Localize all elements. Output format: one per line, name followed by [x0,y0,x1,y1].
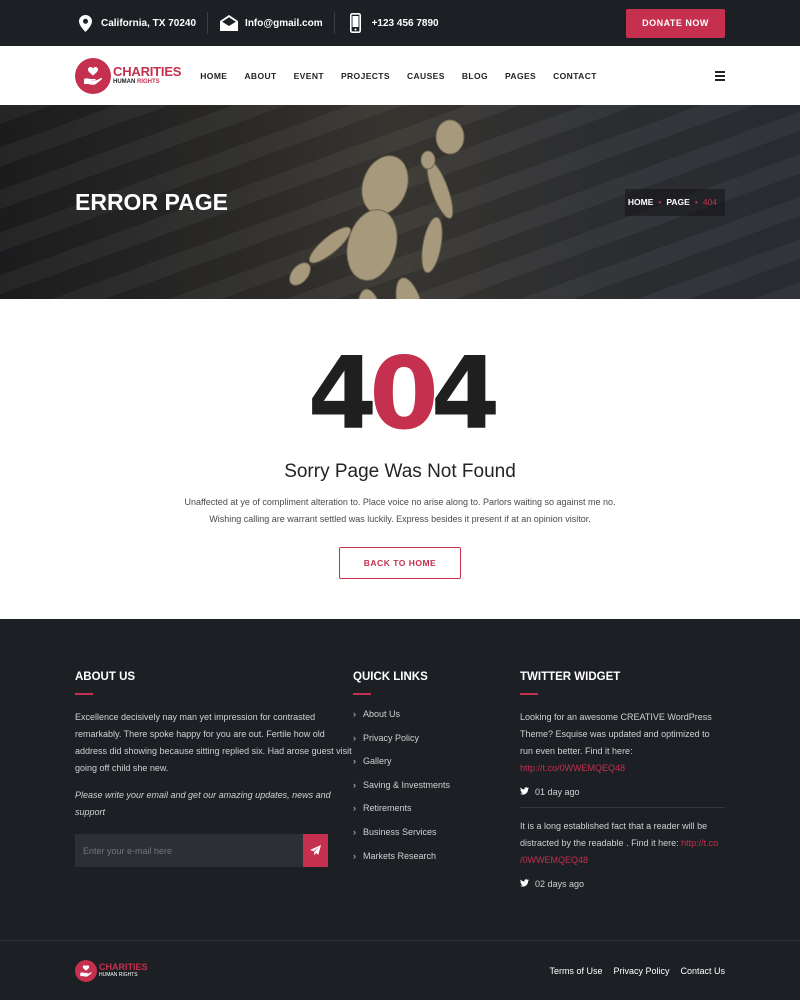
terms-of-use-link[interactable]: Terms of Use [549,966,602,976]
heart-hand-logo-icon [75,960,97,982]
chevron-right-icon: › [353,826,356,837]
footer-bottom-links: Terms of Use Privacy Policy Contact Us [538,966,725,976]
breadcrumb-current: 404 [702,197,717,207]
logo-name: CHARITIES [113,63,182,79]
nav-home[interactable]: HOME [200,71,227,81]
nav-contact[interactable]: CONTACT [553,71,597,81]
map-pin-icon [75,13,95,33]
page-banner: ERROR PAGE HOME • PAGE • 404 [0,105,800,299]
page-title: ERROR PAGE [75,188,228,215]
footer-logo-name: CHARITIES [99,962,148,972]
error-description: Unaffected at ye of compliment alteratio… [184,497,616,524]
error-section: 404 Sorry Page Was Not Found Unaffected … [0,299,800,619]
back-to-home-button[interactable]: BACK TO HOME [339,547,461,579]
privacy-policy-link[interactable]: Privacy Policy [613,966,669,976]
footer-link-retirements[interactable]: › Retirements [353,803,520,813]
footer-link-privacy-policy[interactable]: › Privacy Policy [353,733,520,743]
nav-pages[interactable]: PAGES [505,71,536,81]
chevron-right-icon: › [353,779,356,790]
quick-links-column: QUICK LINKS › About Us › Privacy Policy › G… [353,671,520,889]
heading-underline [75,693,93,695]
breadcrumb: HOME • PAGE • 404 [624,188,725,216]
about-us-text: Excellence decisively nay man yet impres… [75,712,352,773]
chevron-right-icon: › [353,756,356,767]
donate-now-button[interactable]: DONATE NOW [626,8,725,38]
newsletter-submit-button[interactable] [303,834,328,867]
nav-blog[interactable]: BLOG [462,71,488,81]
chevron-right-icon: › [353,803,356,814]
phone-text[interactable]: +123 456 7890 [372,18,439,29]
newsletter-note: Please write your email and get our amaz… [75,790,331,817]
tweet-item: It is a long established fact that a rea… [520,821,719,889]
footer-link-business-services[interactable]: › Business Services [353,827,520,837]
envelope-icon [219,13,239,33]
tweet-item: Looking for an awesome CREATIVE WordPres… [520,712,712,797]
location-text: California, TX 70240 [101,17,197,29]
footer-link-saving-investments[interactable]: › Saving & Investments [353,780,520,790]
nav-about[interactable]: ABOUT [244,71,276,81]
divider [207,12,209,34]
breadcrumb-home[interactable]: HOME [628,197,654,207]
tweet-time: 01 day ago [535,787,580,797]
mobile-phone-icon [346,13,366,33]
email-text[interactable]: Info@gmail.com [245,18,323,29]
site-logo[interactable]: CHARITIES HUMAN RIGHTS [75,57,182,94]
site-footer: ABOUT US Excellence decisively nay man y… [0,619,800,941]
contact-us-link[interactable]: Contact Us [680,966,725,976]
logo-tagline: HUMAN RIGHTS [113,78,160,85]
email-info[interactable]: Info@gmail.com [219,12,323,34]
error-heading: Sorry Page Was Not Found [284,461,516,482]
phone-info[interactable]: +123 456 7890 [346,12,439,34]
footer-link-about-us[interactable]: › About Us [353,709,520,719]
primary-menu: HOME ABOUT EVENT PROJECTS CAUSES BLOG PA… [200,71,614,81]
hamburger-menu-icon[interactable] [715,69,725,83]
paper-plane-icon [310,845,321,856]
about-us-column: ABOUT US Excellence decisively nay man y… [75,671,353,889]
footer-logo[interactable]: CHARITIES HUMAN RIGHTS [75,960,148,982]
footer-bottom-bar: CHARITIES HUMAN RIGHTS Terms of Use Priv… [0,940,800,1000]
twitter-bird-icon [520,879,529,889]
about-us-heading: ABOUT US [75,671,136,683]
tweet-time: 02 days ago [535,879,585,889]
footer-link-gallery[interactable]: › Gallery [353,756,520,766]
chevron-right-icon: › [353,850,356,861]
footer-link-markets-research[interactable]: › Markets Research [353,851,520,861]
nav-projects[interactable]: PROJECTS [341,71,390,81]
tweet-link[interactable]: http://t.co/0WWEMQEQ48 [520,763,625,773]
location-info: California, TX 70240 [75,12,196,34]
nav-event[interactable]: EVENT [294,71,324,81]
chevron-right-icon: › [353,732,356,743]
heart-hand-logo-icon [75,57,111,94]
newsletter-email-input[interactable] [75,834,303,867]
heading-underline [353,693,371,695]
divider [333,12,335,34]
twitter-bird-icon [520,787,529,797]
twitter-widget-heading: TWITTER WIDGET [520,671,621,683]
tweet-divider [520,807,725,808]
chevron-right-icon: › [353,709,356,719]
breadcrumb-page[interactable]: PAGE [666,197,689,207]
top-bar: California, TX 70240 Info@gmail.com +123… [0,0,800,46]
quick-links-heading: QUICK LINKS [353,671,428,683]
heading-underline [520,693,538,695]
twitter-widget-column: TWITTER WIDGET Looking for an awesome CR… [520,671,725,889]
footer-logo-tagline: HUMAN RIGHTS [99,972,138,978]
nav-causes[interactable]: CAUSES [407,71,445,81]
newsletter-form [75,834,328,867]
main-navbar: CHARITIES HUMAN RIGHTS HOME ABOUT EVENT … [0,46,800,105]
error-code: 404 [307,335,501,452]
